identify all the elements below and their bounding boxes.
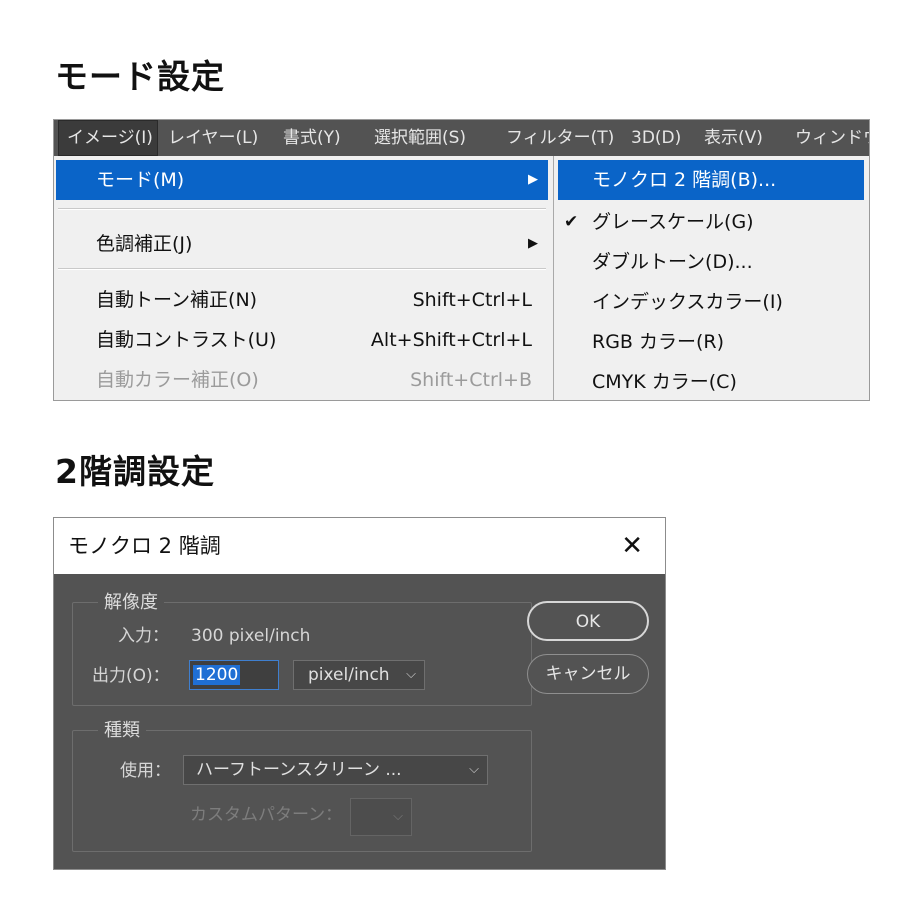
input-resolution-label: 入力： [118,626,169,646]
menu-item-adjustments-label: 色調補正(J) [96,233,193,255]
resolution-unit-select[interactable]: pixel/inch ⌵ [293,660,425,690]
submenu-item-bitmap[interactable]: モノクロ 2 階調(B)... [558,160,864,200]
submenu-arrow-icon: ▶ [528,236,538,251]
menu-separator [58,208,546,210]
output-resolution-label: 出力(O)： [92,666,170,686]
mode-submenu: モノクロ 2 階調(B)... ✔ グレースケール(G) ダブルトーン(D)..… [553,156,869,400]
chevron-down-icon: ⌵ [406,667,416,682]
dialog-titlebar: モノクロ 2 階調 ✕ [54,518,665,574]
submenu-item-duotone[interactable]: ダブルトーン(D)... [558,242,864,282]
resolution-legend: 解像度 [98,592,164,614]
shortcut-text: Shift+Ctrl+B [410,369,532,391]
cancel-button[interactable]: キャンセル [527,654,649,694]
submenu-item-label: モノクロ 2 階調(B)... [592,169,777,191]
bitmap-settings-heading: 2階調設定 [55,452,215,491]
menu-screenshot: イメージ(I) レイヤー(L) 書式(Y) 選択範囲(S) フィルター(T) 3… [53,119,870,401]
submenu-arrow-icon: ▶ [528,172,538,187]
dialog-title: モノクロ 2 階調 [68,534,221,558]
menu-separator [58,268,546,270]
output-resolution-value: 1200 [193,665,241,685]
method-value: ハーフトーンスクリーン ... [196,760,402,780]
menu-select[interactable]: 選択範囲(S) [374,120,466,156]
submenu-item-label: グレースケール(G) [592,211,754,233]
custom-pattern-select: ⌵ [350,798,412,836]
menu-item-auto-tone[interactable]: 自動トーン補正(N) Shift+Ctrl+L [56,282,548,318]
close-icon[interactable]: ✕ [621,518,643,574]
menu-item-auto-color: 自動カラー補正(O) Shift+Ctrl+B [56,362,548,398]
chevron-down-icon: ⌵ [393,809,403,824]
submenu-item-label: インデックスカラー(I) [592,291,783,313]
menu-window[interactable]: ウィンドウ [795,120,869,156]
menu-item-auto-color-label: 自動カラー補正(O) [96,369,259,391]
method-group [72,730,532,852]
shortcut-text: Shift+Ctrl+L [412,289,532,311]
submenu-item-grayscale[interactable]: ✔ グレースケール(G) [558,202,864,242]
submenu-item-label: RGB カラー(R) [592,331,725,353]
method-select[interactable]: ハーフトーンスクリーン ... ⌵ [183,755,488,785]
submenu-item-cmyk[interactable]: CMYK カラー(C) [558,362,864,400]
checkmark-icon: ✔ [564,212,579,232]
input-resolution-value: 300 pixel/inch [191,626,311,646]
shortcut-text: Alt+Shift+Ctrl+L [370,329,532,351]
menu-filter[interactable]: フィルター(T) [506,120,614,156]
menu-item-auto-contrast-label: 自動コントラスト(U) [96,329,277,351]
method-legend: 種類 [98,720,146,742]
menu-image[interactable]: イメージ(I) [58,120,158,156]
submenu-item-label: ダブルトーン(D)... [592,251,753,273]
menu-item-mode[interactable]: モード(M) ▶ [56,160,548,200]
menu-layer[interactable]: レイヤー(L) [168,120,258,156]
menu-item-adjustments[interactable]: 色調補正(J) ▶ [56,226,548,262]
submenu-item-label: CMYK カラー(C) [592,371,737,393]
menu-item-mode-label: モード(M) [96,169,185,191]
resolution-unit-value: pixel/inch [308,665,390,685]
menu-view[interactable]: 表示(V) [704,120,763,156]
menu-item-auto-contrast[interactable]: 自動コントラスト(U) Alt+Shift+Ctrl+L [56,322,548,358]
menubar: イメージ(I) レイヤー(L) 書式(Y) 選択範囲(S) フィルター(T) 3… [54,120,869,156]
mode-settings-heading: モード設定 [55,57,225,96]
submenu-item-indexed[interactable]: インデックスカラー(I) [558,282,864,322]
output-resolution-input[interactable]: 1200 [189,660,279,690]
resolution-group [72,602,532,706]
submenu-item-rgb[interactable]: RGB カラー(R) [558,322,864,362]
ok-button[interactable]: OK [527,601,649,641]
menu-3d[interactable]: 3D(D) [631,120,681,156]
use-label: 使用： [120,761,171,781]
menu-item-auto-tone-label: 自動トーン補正(N) [96,289,258,311]
menu-type[interactable]: 書式(Y) [283,120,341,156]
bitmap-dialog: モノクロ 2 階調 ✕ 解像度 入力： 300 pixel/inch 出力(O)… [53,517,666,870]
chevron-down-icon: ⌵ [469,762,479,777]
custom-pattern-label: カスタムパターン： [190,805,343,825]
image-menu: モード(M) ▶ 色調補正(J) ▶ 自動トーン補正(N) Shift+Ctrl… [54,156,552,400]
